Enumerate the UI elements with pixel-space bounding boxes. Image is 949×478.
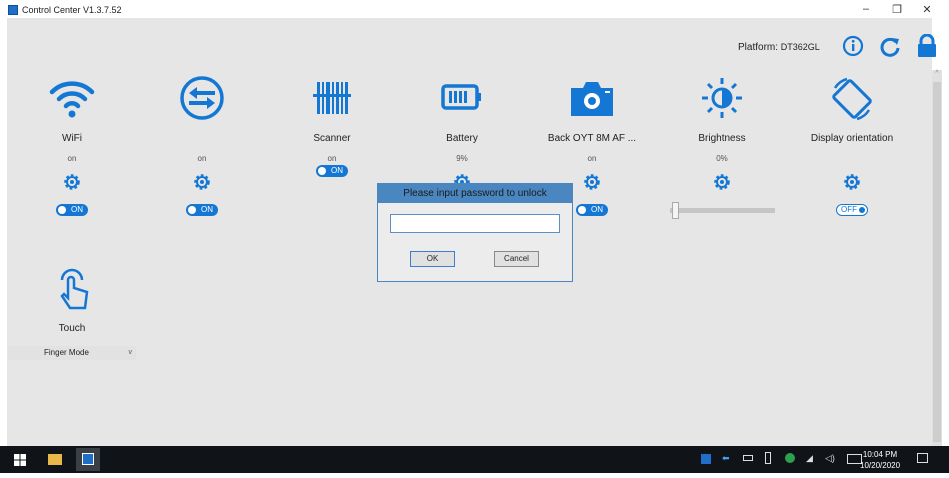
- clock-time: 10:04 PM: [862, 450, 898, 459]
- app-icon: [8, 5, 18, 15]
- gear-icon[interactable]: [843, 173, 861, 191]
- window-title: Control Center V1.3.7.52: [22, 5, 122, 15]
- control-center-taskbar-button[interactable]: [76, 448, 100, 471]
- tile-label: Battery: [446, 133, 478, 144]
- scrollbar[interactable]: ^: [932, 70, 942, 446]
- tile-status: on: [197, 154, 207, 163]
- touch-mode-dropdown[interactable]: Finger Mode v: [8, 346, 136, 360]
- security-tray-icon[interactable]: [785, 453, 795, 463]
- platform-label: Platform:: [738, 42, 779, 53]
- battery-icon[interactable]: [437, 76, 487, 121]
- cancel-button[interactable]: Cancel: [494, 251, 539, 267]
- network-tray-icon[interactable]: ◢: [806, 453, 813, 464]
- clock-date: 10/20/2020: [860, 461, 901, 470]
- info-icon[interactable]: [842, 35, 864, 57]
- touch-mode-value: Finger Mode: [44, 348, 89, 357]
- tile-status: 0%: [716, 154, 728, 163]
- usb-tray-icon[interactable]: [765, 452, 771, 464]
- tile-label: WiFi: [62, 133, 82, 144]
- platform-value: DT362GL: [780, 42, 820, 52]
- camera-toggle[interactable]: ON: [576, 204, 608, 216]
- gear-icon[interactable]: [63, 173, 81, 191]
- file-explorer-icon[interactable]: [48, 454, 62, 465]
- title-bar: Control Center V1.3.7.52 – ❐ ✕: [0, 0, 949, 18]
- tile-status: on: [67, 154, 77, 163]
- chevron-down-icon: v: [128, 349, 133, 356]
- wifi-toggle[interactable]: ON: [56, 204, 88, 216]
- tray-arrow-icon[interactable]: ⬅: [722, 453, 730, 464]
- tile-label: Back OYT 8M AF ...: [547, 133, 637, 144]
- tile-label: Display orientation: [810, 133, 894, 144]
- tile-status: on: [587, 154, 597, 163]
- tile-label: Touch: [58, 323, 86, 334]
- touch-icon[interactable]: [47, 266, 97, 311]
- gear-icon[interactable]: [713, 173, 731, 191]
- volume-icon[interactable]: ◁): [825, 453, 835, 464]
- password-input[interactable]: [390, 214, 560, 233]
- windows-start-icon[interactable]: [14, 454, 26, 466]
- lock-icon[interactable]: [916, 34, 938, 58]
- data-transfer-icon[interactable]: [177, 76, 227, 121]
- taskbar-clock[interactable]: 10:04 PM 10/20/2020: [860, 449, 900, 471]
- scanner-toggle[interactable]: ON: [316, 165, 348, 177]
- tile-label: Brightness: [698, 133, 746, 144]
- unlock-dialog: Please input password to unlock OK Cance…: [377, 183, 573, 282]
- orientation-toggle[interactable]: OFF: [836, 204, 868, 216]
- taskbar: ⬅ ◢ ◁): [0, 446, 949, 473]
- battery-tray-icon[interactable]: [743, 455, 753, 461]
- brightness-slider-track[interactable]: [670, 208, 775, 213]
- sync-toggle[interactable]: ON: [186, 204, 218, 216]
- tile-label: Scanner: [313, 133, 351, 144]
- restore-button[interactable]: ❐: [887, 3, 907, 16]
- brightness-slider-thumb[interactable]: [672, 202, 679, 219]
- ok-button[interactable]: OK: [410, 251, 455, 267]
- refresh-icon[interactable]: [879, 35, 901, 57]
- wifi-icon[interactable]: [47, 76, 97, 121]
- screen-rotation-icon[interactable]: [827, 76, 877, 121]
- minimize-button[interactable]: –: [856, 3, 876, 15]
- tile-status: 9%: [456, 154, 468, 163]
- dialog-title: Please input password to unlock: [378, 184, 572, 203]
- tray-app-icon[interactable]: [701, 454, 711, 464]
- gear-icon[interactable]: [193, 173, 211, 191]
- camera-icon[interactable]: [567, 76, 617, 121]
- gear-icon[interactable]: [583, 173, 601, 191]
- brightness-icon[interactable]: [697, 76, 747, 121]
- barcode-scanner-icon[interactable]: [307, 76, 357, 121]
- tile-status: on: [327, 154, 337, 163]
- close-button[interactable]: ✕: [917, 3, 937, 16]
- platform-info: Platform: DT362GL: [738, 42, 820, 53]
- notifications-icon[interactable]: [917, 453, 928, 463]
